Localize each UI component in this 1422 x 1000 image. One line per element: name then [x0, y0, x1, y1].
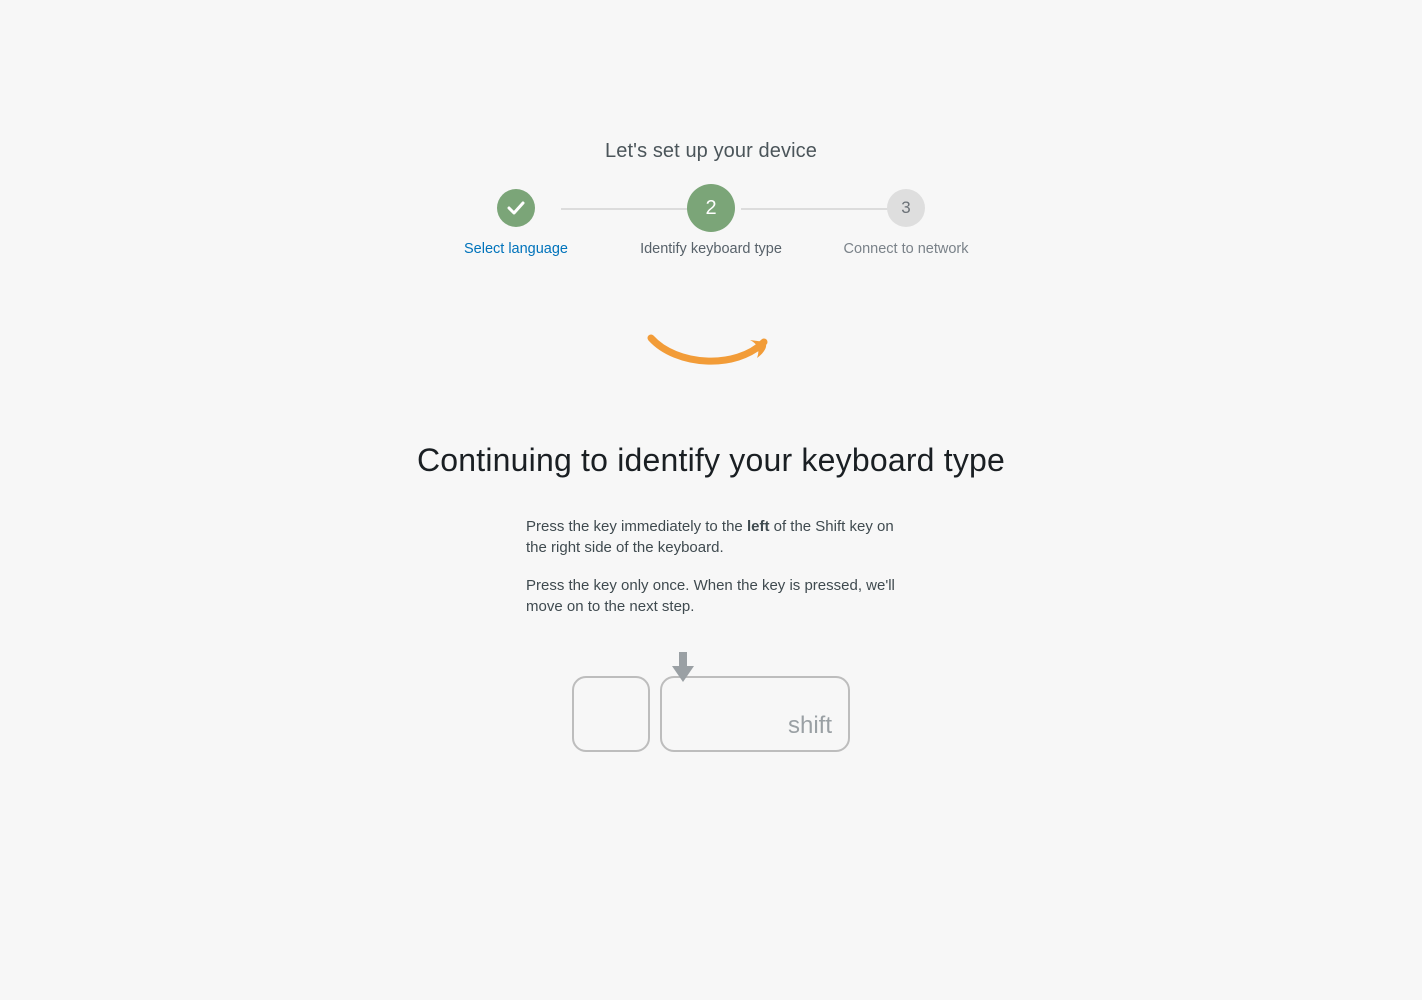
setup-page: Let's set up your device Select language… [0, 0, 1422, 1000]
target-key [572, 676, 650, 752]
step-connector [741, 208, 901, 210]
main-heading: Continuing to identify your keyboard typ… [417, 442, 1005, 479]
progress-steps: Select language 2 Identify keyboard type… [441, 189, 981, 257]
step-1: Select language [441, 189, 591, 257]
instructions: Press the key immediately to the left of… [526, 517, 896, 636]
instruction-paragraph-1: Press the key immediately to the left of… [526, 517, 896, 558]
p1-bold: left [747, 518, 770, 535]
p1-pre: Press the key immediately to the [526, 518, 747, 535]
step-2-circle: 2 [687, 184, 735, 232]
content-column: Press the key immediately to the left of… [466, 479, 956, 752]
step-3: 3 Connect to network [831, 189, 981, 257]
amazon-smile-logo [646, 332, 776, 372]
step-2: 2 Identify keyboard type [611, 189, 811, 257]
step-1-label[interactable]: Select language [464, 241, 568, 257]
shift-key-label: shift [788, 712, 832, 740]
step-2-label: Identify keyboard type [640, 241, 782, 257]
step-1-circle [497, 189, 535, 227]
step-2-number: 2 [705, 197, 716, 220]
arrow-down-icon [668, 650, 698, 684]
instruction-paragraph-2: Press the key only once. When the key is… [526, 576, 896, 617]
step-3-circle: 3 [887, 189, 925, 227]
check-icon [507, 201, 525, 215]
shift-key: shift [660, 676, 850, 752]
step-3-label: Connect to network [844, 241, 969, 257]
page-title: Let's set up your device [605, 140, 817, 163]
step-3-number: 3 [901, 198, 910, 218]
keyboard-illustration: shift [572, 636, 850, 752]
